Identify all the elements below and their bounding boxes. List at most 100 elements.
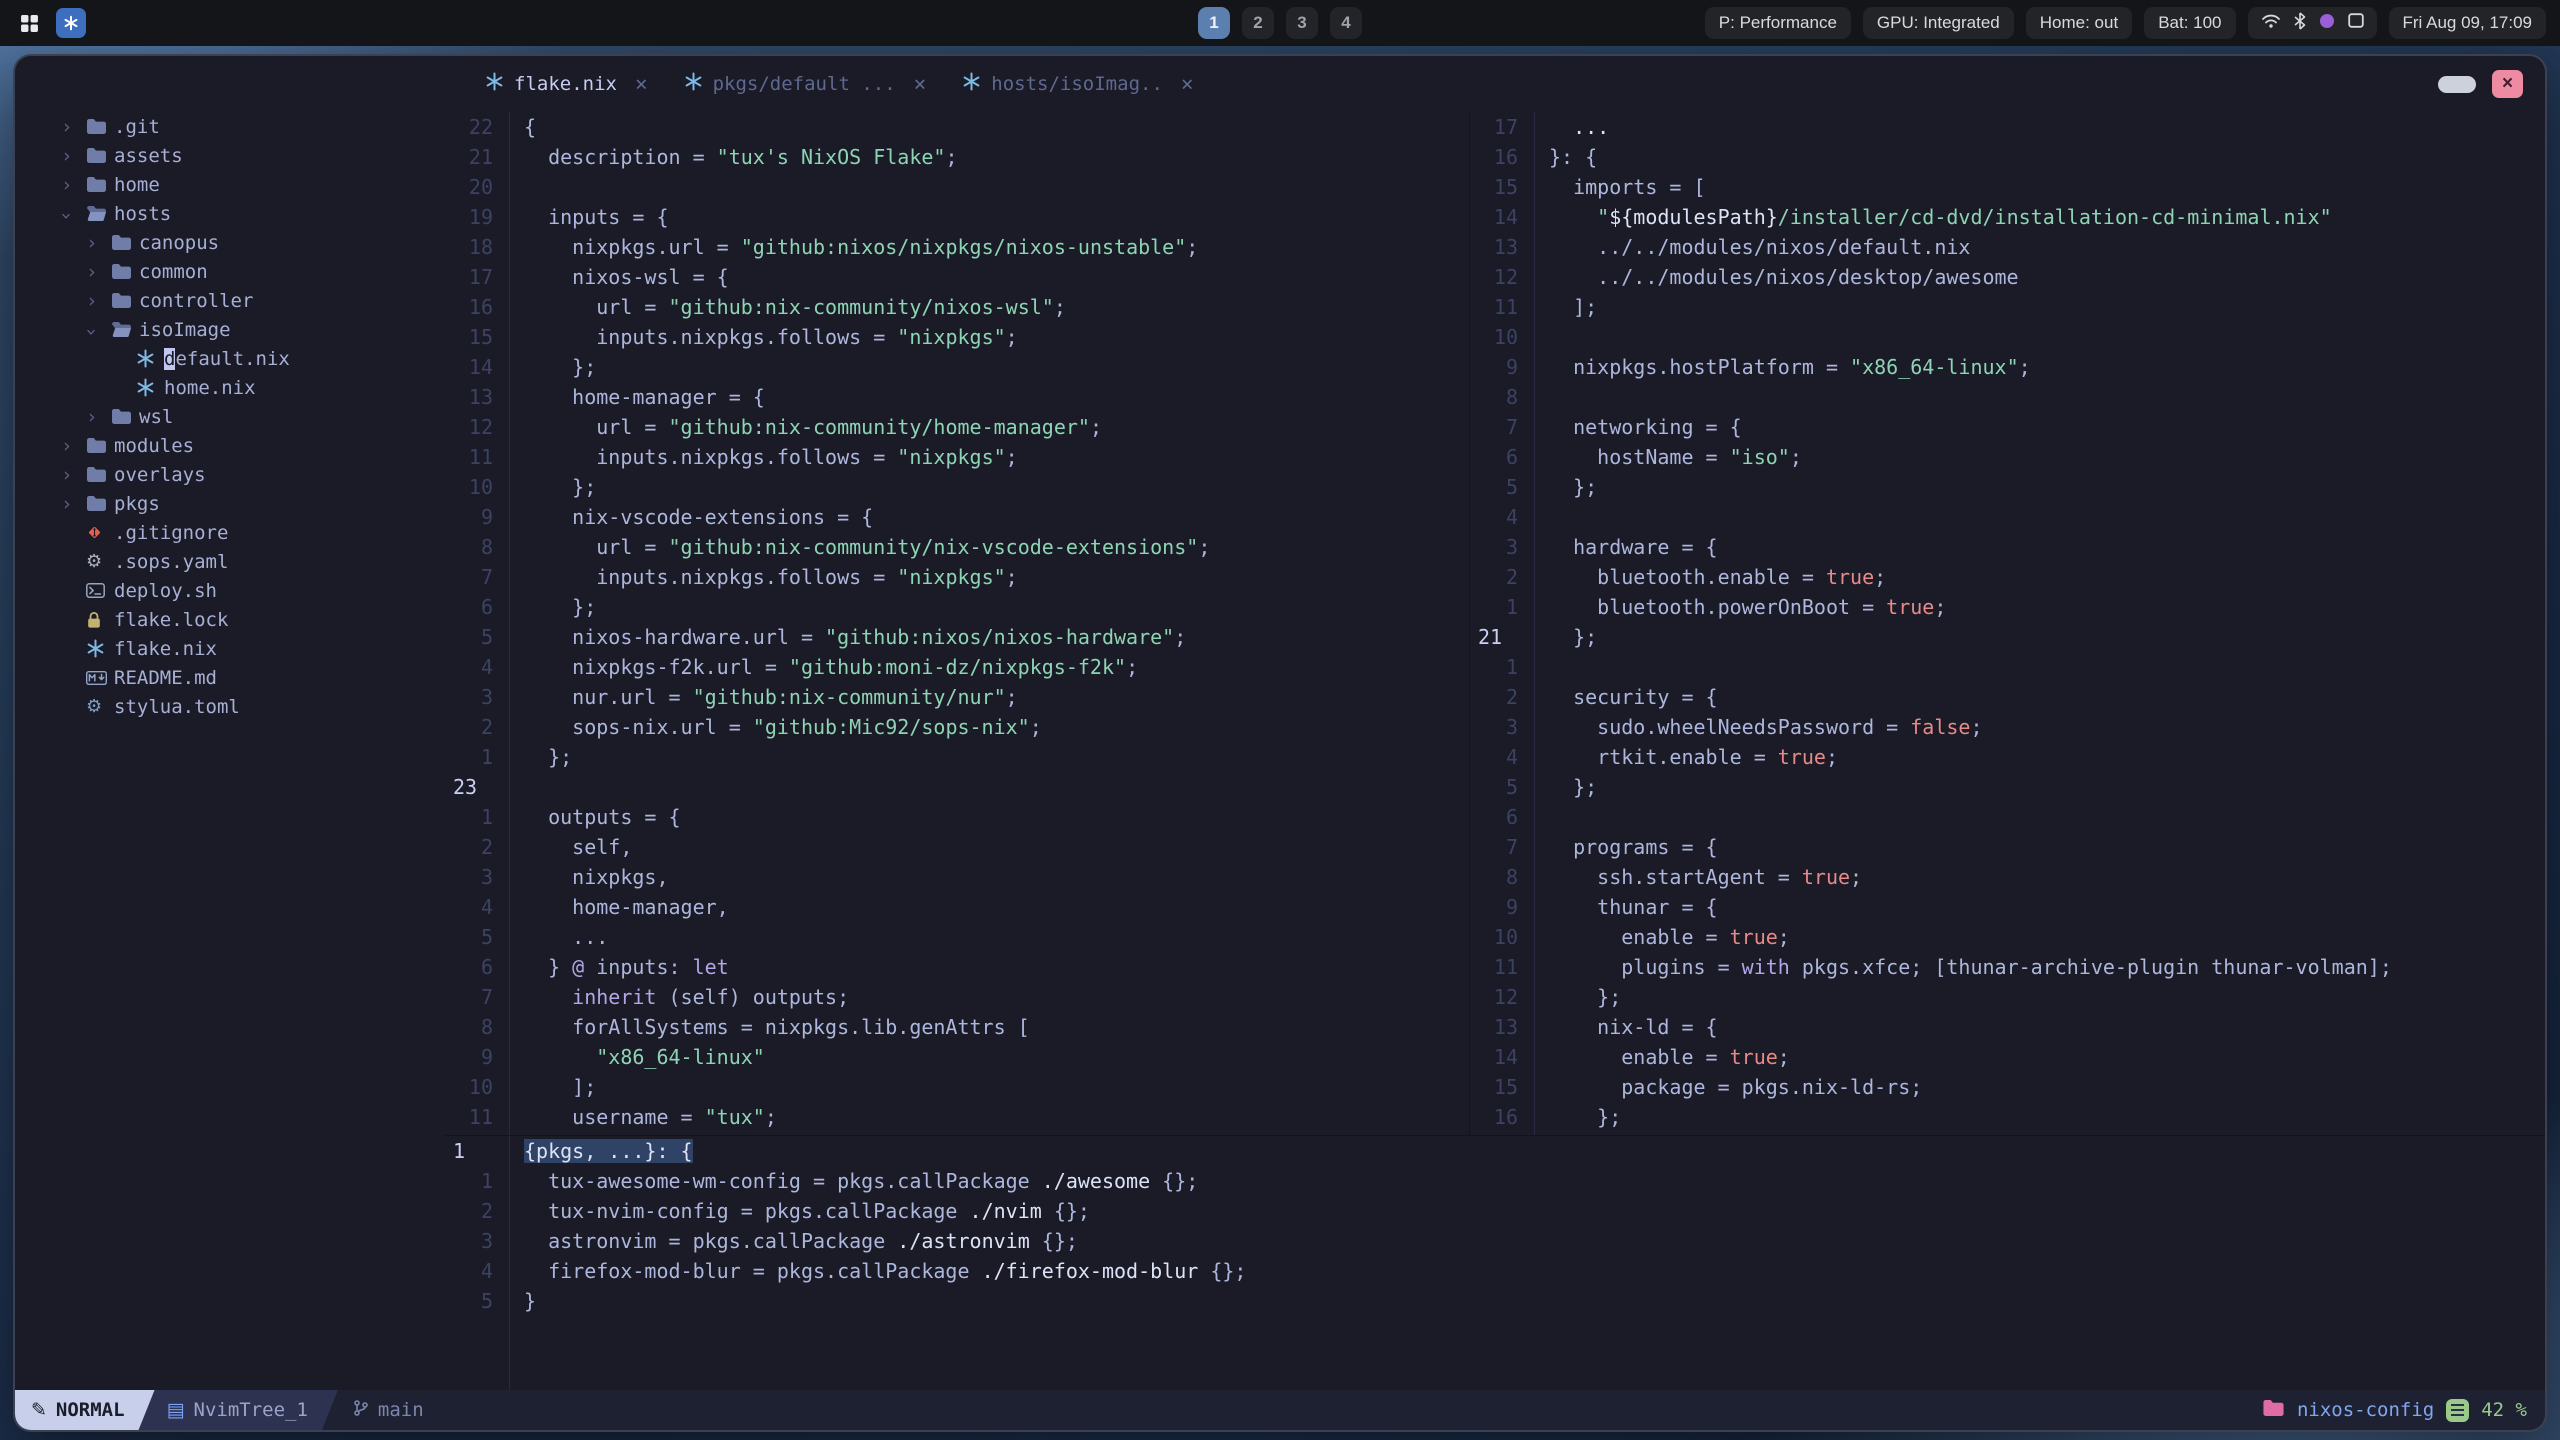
tree-item-deploy-sh[interactable]: deploy.sh <box>15 576 445 605</box>
wifi-icon[interactable] <box>2261 13 2281 34</box>
code-line[interactable]: 1 tux-awesome-wm-config = pkgs.callPacka… <box>445 1166 2545 1196</box>
code-line[interactable]: 3 nur.url = "github:nix-community/nur"; <box>445 682 1469 712</box>
code-line[interactable]: 11 ]; <box>1470 292 2545 322</box>
code-line[interactable]: 4 home-manager, <box>445 892 1469 922</box>
tree-item-home-nix[interactable]: home.nix <box>15 373 445 402</box>
code-line[interactable]: 8 <box>1470 382 2545 412</box>
code-line[interactable]: 14 }; <box>445 352 1469 382</box>
code-line[interactable]: 6 }; <box>445 592 1469 622</box>
code-line[interactable]: 12 url = "github:nix-community/home-mana… <box>445 412 1469 442</box>
window-close-button[interactable]: × <box>2492 70 2523 98</box>
code-line[interactable]: 9 nixpkgs.hostPlatform = "x86_64-linux"; <box>1470 352 2545 382</box>
code-line[interactable]: 17 ... <box>1470 112 2545 142</box>
code-line[interactable]: 17 nixos-wsl = { <box>445 262 1469 292</box>
code-line[interactable]: 5 }; <box>1470 472 2545 502</box>
code-line[interactable]: 2 tux-nvim-config = pkgs.callPackage ./n… <box>445 1196 2545 1226</box>
code-line[interactable]: 20 <box>445 172 1469 202</box>
tree-item-readme-md[interactable]: README.md <box>15 663 445 692</box>
code-line[interactable]: 2 bluetooth.enable = true; <box>1470 562 2545 592</box>
tree-item-wsl[interactable]: › wsl <box>15 402 445 431</box>
tree-item-hosts[interactable]: › hosts <box>15 199 445 228</box>
code-line[interactable]: 11 plugins = with pkgs.xfce; [thunar-arc… <box>1470 952 2545 982</box>
code-line[interactable]: 11 inputs.nixpkgs.follows = "nixpkgs"; <box>445 442 1469 472</box>
code-line[interactable]: 9 "x86_64-linux" <box>445 1042 1469 1072</box>
tab-close-icon[interactable]: × <box>914 72 927 96</box>
code-line[interactable]: 1 bluetooth.powerOnBoot = true; <box>1470 592 2545 622</box>
code-line[interactable]: 13 nix-ld = { <box>1470 1012 2545 1042</box>
code-line[interactable]: 9 nix-vscode-extensions = { <box>445 502 1469 532</box>
code-line[interactable]: 5} <box>445 1286 2545 1316</box>
bluetooth-icon[interactable] <box>2294 11 2306 35</box>
code-line[interactable]: 9 thunar = { <box>1470 892 2545 922</box>
code-line[interactable]: 6 <box>1470 802 2545 832</box>
code-line[interactable]: 1 }; <box>445 742 1469 772</box>
code-line[interactable]: 7 inputs.nixpkgs.follows = "nixpkgs"; <box>445 562 1469 592</box>
workspace-button-3[interactable]: 3 <box>1286 7 1318 39</box>
code-line[interactable]: 13 home-manager = { <box>445 382 1469 412</box>
tree-item-overlays[interactable]: › overlays <box>15 460 445 489</box>
code-line[interactable]: 5 }; <box>1470 772 2545 802</box>
code-line[interactable]: 12 }; <box>1470 982 2545 1012</box>
code-line[interactable]: 8 url = "github:nix-community/nix-vscode… <box>445 532 1469 562</box>
workspace-button-1[interactable]: 1 <box>1198 7 1230 39</box>
tree-item-canopus[interactable]: › canopus <box>15 228 445 257</box>
accent-dot-icon[interactable] <box>2319 13 2335 34</box>
code-line[interactable]: 8 forAllSystems = nixpkgs.lib.genAttrs [ <box>445 1012 1469 1042</box>
code-line[interactable]: 14 enable = true; <box>1470 1042 2545 1072</box>
code-line[interactable]: 13 ../../modules/nixos/default.nix <box>1470 232 2545 262</box>
code-line[interactable]: 1 outputs = { <box>445 802 1469 832</box>
tree-item-git[interactable]: › .git <box>15 112 445 141</box>
code-line[interactable]: 2 self, <box>445 832 1469 862</box>
tree-item-flake-lock[interactable]: flake.lock <box>15 605 445 634</box>
tree-item-controller[interactable]: › controller <box>15 286 445 315</box>
code-line[interactable]: 4 firefox-mod-blur = pkgs.callPackage ./… <box>445 1256 2545 1286</box>
tree-item-isoimage[interactable]: › isoImage <box>15 315 445 344</box>
code-line[interactable]: 7 programs = { <box>1470 832 2545 862</box>
code-line[interactable]: 15 package = pkgs.nix-ld-rs; <box>1470 1072 2545 1102</box>
screen-icon[interactable] <box>2347 13 2364 33</box>
code-line[interactable]: 14 "${modulesPath}/installer/cd-dvd/inst… <box>1470 202 2545 232</box>
tab-close-icon[interactable]: × <box>1181 72 1194 96</box>
code-line[interactable]: 10 }; <box>445 472 1469 502</box>
code-line[interactable]: 7 networking = { <box>1470 412 2545 442</box>
code-line[interactable]: 10 enable = true; <box>1470 922 2545 952</box>
app-icon[interactable] <box>56 8 86 38</box>
workspace-button-2[interactable]: 2 <box>1242 7 1274 39</box>
code-line[interactable]: 1 {pkgs, ...}: { <box>445 1136 2545 1166</box>
code-line[interactable]: 23 <box>445 772 1469 802</box>
ontop-toggle[interactable] <box>2438 75 2476 93</box>
code-line[interactable]: 16 }; <box>1470 1102 2545 1132</box>
code-line[interactable]: 4 nixpkgs-f2k.url = "github:moni-dz/nixp… <box>445 652 1469 682</box>
code-line[interactable]: 11 username = "tux"; <box>445 1102 1469 1132</box>
tree-item-assets[interactable]: › assets <box>15 141 445 170</box>
tree-item-sops-yaml[interactable]: ⚙ .sops.yaml <box>15 547 445 576</box>
tab-close-icon[interactable]: × <box>635 72 648 96</box>
code-line[interactable]: 2 security = { <box>1470 682 2545 712</box>
code-line[interactable]: 7 inherit (self) outputs; <box>445 982 1469 1012</box>
code-line[interactable]: 6 hostName = "iso"; <box>1470 442 2545 472</box>
code-line[interactable]: 16}: { <box>1470 142 2545 172</box>
tree-item-pkgs[interactable]: › pkgs <box>15 489 445 518</box>
tree-item-stylua-toml[interactable]: ⚙ stylua.toml <box>15 692 445 721</box>
code-line[interactable]: 15 imports = [ <box>1470 172 2545 202</box>
tab-pkgs-default[interactable]: pkgs/default ... × <box>666 56 945 112</box>
tree-item-common[interactable]: › common <box>15 257 445 286</box>
code-line[interactable]: 2 sops-nix.url = "github:Mic92/sops-nix"… <box>445 712 1469 742</box>
code-line[interactable]: 3 astronvim = pkgs.callPackage ./astronv… <box>445 1226 2545 1256</box>
code-line[interactable]: 21 }; <box>1470 622 2545 652</box>
code-line[interactable]: 3 nixpkgs, <box>445 862 1469 892</box>
tree-item-modules[interactable]: › modules <box>15 431 445 460</box>
code-line[interactable]: 4 rtkit.enable = true; <box>1470 742 2545 772</box>
code-line[interactable]: 3 sudo.wheelNeedsPassword = false; <box>1470 712 2545 742</box>
tree-item-gitignore[interactable]: .gitignore <box>15 518 445 547</box>
launcher-icon[interactable] <box>14 8 44 38</box>
code-line[interactable]: 5 nixos-hardware.url = "github:nixos/nix… <box>445 622 1469 652</box>
code-line[interactable]: 19 inputs = { <box>445 202 1469 232</box>
code-line[interactable]: 10 <box>1470 322 2545 352</box>
code-line[interactable]: 5 ... <box>445 922 1469 952</box>
tab-hosts-isoimag[interactable]: hosts/isoImag.. × <box>944 56 1211 112</box>
code-line[interactable]: 4 <box>1470 502 2545 532</box>
code-line[interactable]: 1 <box>1470 652 2545 682</box>
code-line[interactable]: 12 ../../modules/nixos/desktop/awesome <box>1470 262 2545 292</box>
tree-item-default-nix[interactable]: default.nix <box>15 344 445 373</box>
